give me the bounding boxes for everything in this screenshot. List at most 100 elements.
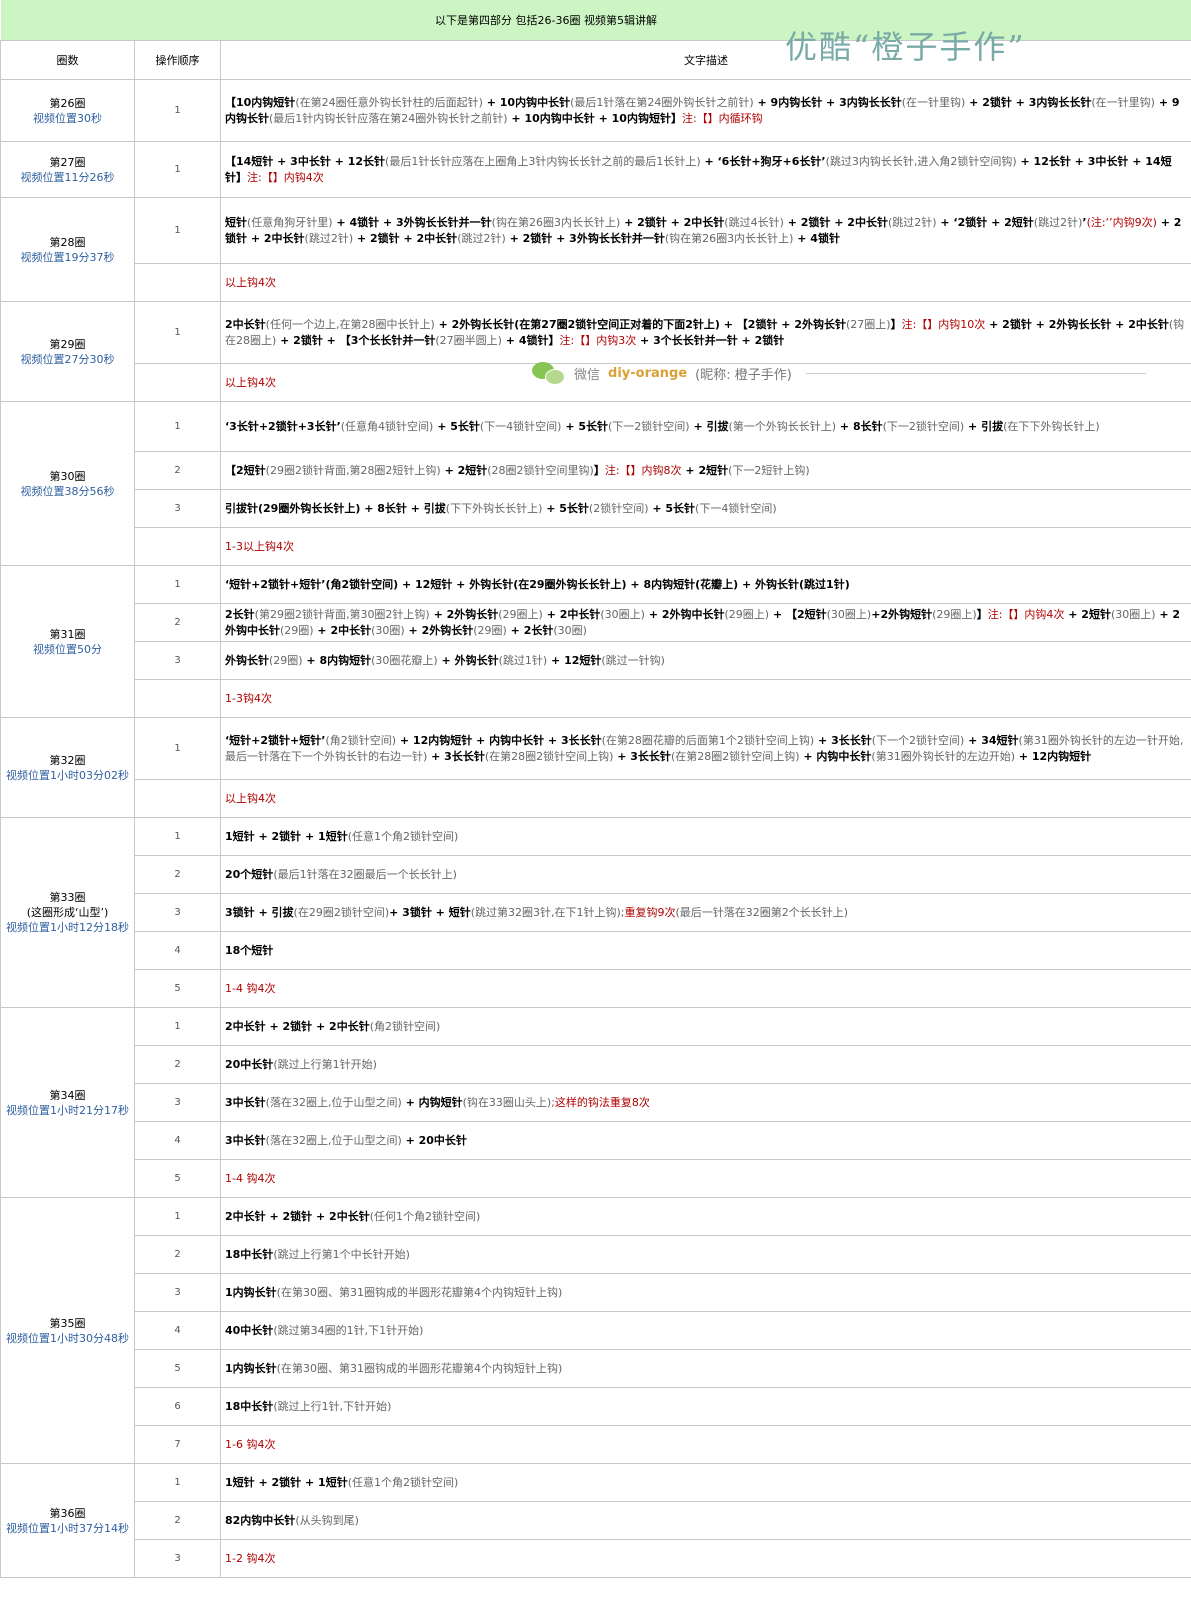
desc-segment: + 引拔	[964, 419, 1004, 433]
desc-segment: 外钩长针	[225, 653, 269, 667]
desc-segment: (在一针里钩)	[1091, 95, 1155, 109]
desc-segment: + 2锁针 + 3内钩长长针	[965, 95, 1092, 109]
step-description: 1-2 钩4次	[219, 1539, 1191, 1578]
table-row: 2 20个短针(最后1针落在32圈最后一个长长针上)	[1, 855, 1191, 894]
round-cell: 第32圈 视频位置1小时03分02秒	[0, 717, 135, 818]
desc-segment: 1-3钩4次	[225, 691, 272, 705]
step-number: 1	[134, 301, 221, 364]
video-position: 视频位置38分56秒	[20, 484, 115, 498]
desc-segment: 以上钩4次	[225, 791, 276, 805]
table-row: 第32圈 视频位置1小时03分02秒 1 ‘短针+2锁针+短针’(角2锁针空间) + …	[0, 717, 1191, 818]
step-number: 3	[134, 1083, 221, 1122]
desc-segment: 【10内钩短针	[225, 95, 296, 109]
desc-segment: (下一2锁针空间)	[608, 419, 690, 433]
desc-segment: + 2短针	[681, 463, 729, 477]
desc-segment: ‘短针+2锁针+短针’	[225, 733, 326, 747]
table-row: 第28圈 视频位置19分37秒 1 短针(任意角狗牙针里) + 4锁针 + 3外钩长长…	[0, 197, 1191, 302]
desc-segment: 3中长针	[225, 1095, 266, 1109]
desc-segment: (在第24圈任意外钩长针柱的后面起针)	[295, 95, 483, 109]
round-name: 第30圈	[49, 469, 86, 483]
table-row: 7 1-6 钩4次	[1, 1425, 1191, 1464]
step-description: ‘3长针+2锁针+3长针’(任意角4锁针空间) + 5长针(下一4锁针空间) +…	[219, 401, 1191, 452]
desc-segment: + 12短针	[547, 653, 602, 667]
desc-segment: 3锁针 + 引拔	[225, 905, 294, 919]
table-row: 3 3中长针(落在32圈上,位于山型之间) + 内钩短针(钩在33圈山头上);这样…	[1, 1083, 1191, 1122]
table-row: 以上钩4次	[1, 263, 1191, 302]
step-number: 1	[134, 565, 221, 604]
desc-segment: (29圈上)	[932, 607, 977, 621]
table-row: 第36圈 视频位置1小时37分14秒 1 1短针 + 2锁针 + 1短针(任意1个角2…	[0, 1463, 1191, 1578]
step-description: ‘短针+2锁针+短针’(角2锁针空间) + 12短针 + 外钩长针(在29圈外钩…	[219, 565, 1191, 604]
desc-segment: + 3长长针	[427, 749, 485, 763]
desc-segment: 2中长针 + 2锁针 + 2中长针	[225, 1209, 370, 1223]
desc-segment: 2中长针 + 2锁针 + 2中长针	[225, 1019, 370, 1033]
step-number: 1	[134, 817, 221, 856]
watermark-divider	[805, 372, 1146, 374]
desc-segment: (任意角狗牙针里)	[247, 215, 333, 229]
step-description: 18个短针	[219, 931, 1191, 970]
table-body: 第26圈 视频位置30秒 1 【10内钩短针(在第24圈任意外钩长针柱的后面起针) +…	[0, 79, 1191, 1578]
desc-segment: + 2锁针 + 【3个长长针并一针	[276, 333, 436, 347]
step-number: 2	[134, 1501, 221, 1540]
wechat-watermark: 微信 diy-orange (昵称: 橙子手作)	[532, 362, 1146, 385]
step-number: 2	[134, 855, 221, 894]
desc-segment: (2锁针空间)	[588, 501, 649, 515]
round-cell: 第26圈 视频位置30秒	[0, 79, 135, 142]
desc-segment: 】	[976, 607, 988, 621]
step-description: 【10内钩短针(在第24圈任意外钩长针柱的后面起针) + 10内钩中长针(最后1…	[219, 79, 1191, 142]
step-number: 3	[134, 489, 221, 528]
header-round: 圈数	[0, 40, 135, 80]
video-position: 视频位置30秒	[33, 111, 102, 125]
desc-segment: + 10内钩中长针 + 10内钩短针】	[507, 111, 682, 125]
desc-segment: + 【2短针	[769, 607, 827, 621]
desc-segment: + 5长针	[561, 419, 609, 433]
desc-segment: 注:【】内钩4次	[247, 170, 324, 184]
step-description: 1-3以上钩4次	[219, 527, 1191, 566]
desc-segment: (27圈上)	[846, 317, 891, 331]
video-position: 视频位置1小时12分18秒	[6, 921, 129, 934]
desc-segment: (跳过3内钩长长针,进入角2锁针空间钩)	[825, 154, 1017, 168]
round-name: 第27圈	[49, 155, 86, 169]
desc-segment: (跳过1针)	[498, 653, 548, 667]
desc-segment: (30圈)	[371, 623, 405, 637]
desc-segment: + 5长针	[542, 501, 589, 515]
desc-segment: (跳过2针)	[457, 231, 506, 245]
table-row: 第34圈 视频位置1小时21分17秒 1 2中长针 + 2锁针 + 2中长针(角2锁针…	[0, 1007, 1191, 1198]
desc-segment: (任意1个角2锁针空间)	[347, 829, 459, 843]
desc-segment: + 3长长针	[613, 749, 671, 763]
table-row: 3 3锁针 + 引拔(在29圈2锁针空间)+ 3锁针 + 短针(跳过第32圈3针,…	[1, 893, 1191, 932]
table-row: 第27圈 视频位置11分26秒 1 【14短针 + 3中长针 + 12长针(最后1针长…	[0, 141, 1191, 198]
desc-segment: 1-3以上钩4次	[225, 539, 294, 553]
desc-segment: + 2锁针 + 2中长针	[783, 215, 888, 229]
desc-segment: (30圈)	[553, 623, 587, 637]
step-description: 3中长针(落在32圈上,位于山型之间) + 20中长针	[219, 1121, 1191, 1160]
desc-segment: (30圈花瓣上)	[371, 653, 438, 667]
desc-segment: (29圈)	[280, 623, 314, 637]
step-description: 18中长针(跳过上行第1个中长针开始)	[219, 1235, 1191, 1274]
step-description: 18中长针(跳过上行1针,下针开始)	[219, 1387, 1191, 1426]
wechat-id: diy-orange	[608, 365, 688, 381]
step-number: 4	[134, 1311, 221, 1350]
desc-segment: + 2锁针 + 3外钩长长针并一针	[505, 231, 665, 245]
table-row: 2 20中长针(跳过上行第1针开始)	[1, 1045, 1191, 1084]
table-row: 2 82内钩中长针(从头钩到尾)	[1, 1501, 1191, 1540]
step-number: 1	[134, 717, 221, 780]
step-number: 4	[134, 1121, 221, 1160]
step-number: 1	[134, 1197, 221, 1236]
table-row: 第26圈 视频位置30秒 1 【10内钩短针(在第24圈任意外钩长针柱的后面起针) +…	[0, 79, 1191, 142]
round-cell: 第36圈 视频位置1小时37分14秒	[0, 1463, 135, 1578]
table-row: 2 【2短针(29圈2锁针背面,第28圈2短针上钩) + 2短针(28圈2锁针空间…	[1, 451, 1191, 490]
desc-segment: 3中长针	[225, 1133, 266, 1147]
step-description: 2中长针 + 2锁针 + 2中长针(角2锁针空间)	[219, 1007, 1191, 1046]
page-title: 以下是第四部分 包括26-36圈 视频第5辑讲解	[435, 14, 657, 27]
desc-segment: + 2中长针	[313, 623, 372, 637]
video-position: 视频位置1小时03分02秒	[6, 768, 129, 782]
desc-segment: 1-6 钩4次	[225, 1437, 276, 1451]
desc-segment: 1内钩长针	[225, 1285, 277, 1299]
table-row: 1-3以上钩4次	[1, 527, 1191, 566]
desc-segment: 82内钩中长针	[225, 1513, 296, 1527]
step-description: 以上钩4次	[219, 263, 1191, 302]
desc-segment: (钩在第26圈3内长长针上)	[491, 215, 621, 229]
desc-segment: 短针	[225, 215, 247, 229]
page: 以下是第四部分 包括26-36圈 视频第5辑讲解 圈数 操作顺序 文字描述 第2…	[0, 0, 1191, 1619]
